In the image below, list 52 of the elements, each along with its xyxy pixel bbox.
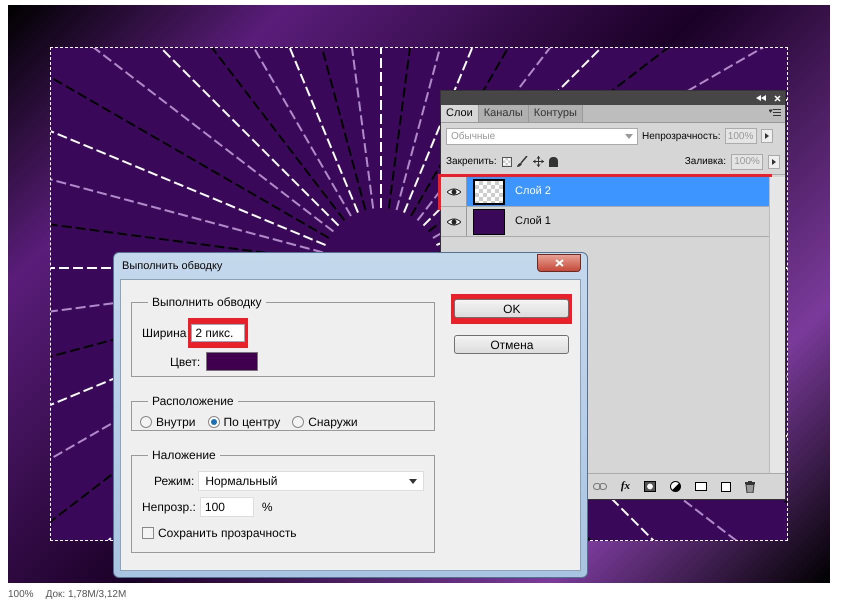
dialog-button[interactable]: OK [454,299,570,318]
mask-icon[interactable] [644,481,656,492]
layer-style-button[interactable]: fx [620,481,630,492]
dialog-title: Выполнить обводку [122,258,222,274]
radio-option[interactable]: Снаружи [292,413,358,431]
color-label: Цвет: [170,354,200,370]
group-title: Расположение [152,394,234,408]
fill-label: Заливка: [684,155,726,169]
dialog-button[interactable]: Отмена [454,335,570,354]
document-size: Док: 1,78M/3,12M [46,588,126,602]
percent-unit: % [262,499,273,516]
group-title: Выполнить обводку [152,295,262,309]
close-icon[interactable] [774,94,781,102]
eye-icon[interactable] [446,218,460,226]
lock-label: Закрепить: [446,155,497,169]
layer-thumbnail [473,178,505,204]
panel-tab[interactable]: Слои [441,105,479,122]
scrollbar[interactable] [769,177,785,473]
layer-name: Слой 1 [515,214,551,230]
caret-icon[interactable] [409,478,418,484]
link-icon[interactable] [592,483,607,490]
layer-row[interactable]: Слой 1 [441,207,769,237]
close-icon [554,259,564,267]
opacity-label: Непрозрачность: [642,130,721,144]
panel-menu-icon[interactable] [769,109,781,117]
panel-tab[interactable]: Каналы [478,105,529,122]
move-icon[interactable] [532,156,544,167]
group-title: Наложение [152,448,216,462]
brush-icon[interactable] [516,156,528,167]
zoom-level: 100% [8,588,34,602]
width-field[interactable]: 2 пикс. [191,324,246,342]
layer-thumbnail [473,208,505,234]
mode-label: Режим: [154,473,194,490]
layer-name: Слой 2 [515,184,551,200]
new-layer-icon[interactable] [721,482,731,492]
lock-icon[interactable] [548,156,558,166]
radio-option[interactable]: Внутри [140,413,196,431]
collapse-icon[interactable] [756,95,766,101]
folder-icon[interactable] [695,482,707,491]
opacity-field[interactable]: 100 [200,497,254,517]
trash-icon[interactable] [745,480,755,492]
width-label: Ширина [142,325,186,342]
opacity-label: Непрозр.: [142,499,196,516]
radio-option[interactable]: По центру [208,413,280,431]
preserve-transparency-checkbox[interactable]: Сохранить прозрачность [142,524,297,542]
adjustment-icon[interactable] [670,481,681,492]
color-swatch[interactable] [206,352,258,371]
transparency-lock-icon[interactable] [502,156,512,166]
mode-dropdown[interactable]: Нормальный [198,471,424,491]
close-button[interactable] [537,254,581,272]
eye-icon[interactable] [446,188,460,196]
panel-tab[interactable]: Контуры [528,105,583,122]
